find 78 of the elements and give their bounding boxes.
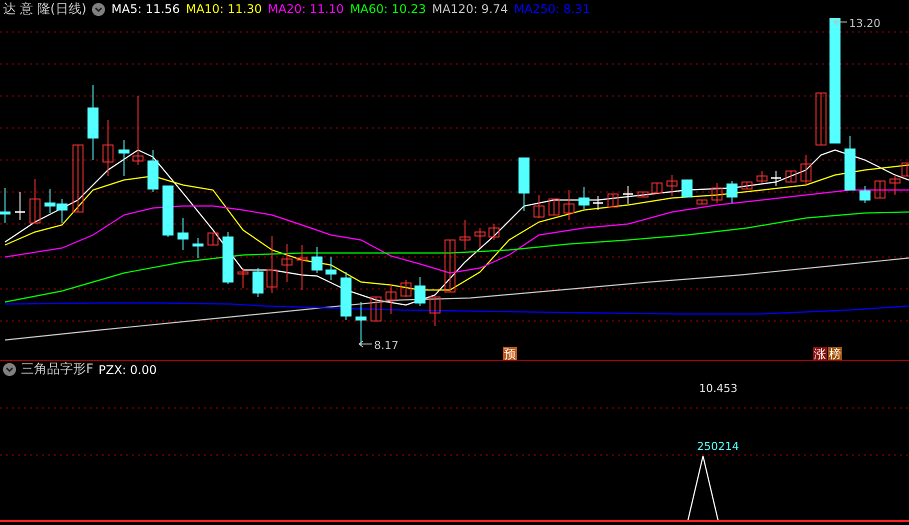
candlestick (460, 220, 470, 250)
chevron-down-icon[interactable] (3, 363, 16, 376)
candlestick (44, 188, 56, 214)
ma-value: MA10: 11.30 (186, 3, 262, 15)
ma-value: MA60: 10.23 (350, 3, 426, 15)
candlestick (564, 190, 574, 220)
candlestick (578, 186, 590, 210)
candlestick (712, 182, 722, 204)
candlestick (682, 180, 692, 198)
candlestick (252, 268, 264, 298)
candlestick (118, 140, 130, 176)
leader-arrow-icon (358, 340, 372, 348)
chevron-down-icon[interactable] (92, 2, 106, 16)
signal-spike (687, 455, 719, 520)
ma-value: MA5: 11.56 (111, 3, 180, 15)
candlestick (282, 244, 292, 282)
candlestick (652, 182, 662, 194)
candlestick (488, 224, 500, 240)
candlestick (608, 194, 618, 208)
peak-label: 250214 (697, 440, 739, 453)
ma-value: MA120: 9.74 (432, 3, 508, 15)
candlestick (548, 198, 560, 216)
candlestick (370, 296, 382, 322)
candlestick (742, 182, 752, 190)
price-label: 8.17 (374, 339, 398, 352)
candlestick (340, 272, 352, 320)
candlestick (386, 284, 396, 314)
price-label: 13.20 (849, 18, 880, 30)
candlestick (430, 296, 440, 326)
candlestick (771, 170, 781, 186)
candlestick (696, 200, 708, 204)
candlestick (72, 144, 84, 212)
candlestick (844, 136, 856, 190)
candlestick (238, 268, 248, 288)
candlestick (623, 186, 633, 204)
candlestick (356, 302, 366, 346)
candlestick (400, 280, 412, 298)
candlestick (192, 238, 204, 258)
candlestick (414, 276, 426, 306)
candlestick (0, 188, 10, 224)
candlestick (222, 232, 234, 284)
signal-tag: 涨 (813, 347, 827, 360)
ma-value: MA250: 8.31 (514, 3, 590, 15)
candlestick (726, 180, 738, 204)
candlestick (296, 244, 308, 290)
candlestick (56, 198, 68, 224)
candlestick (162, 186, 174, 238)
candlestick (593, 196, 603, 210)
candlestick (786, 170, 796, 182)
stock-title: 达 意 隆(日线) (3, 2, 86, 16)
candlestick (638, 192, 648, 198)
candlestick (15, 192, 25, 220)
candlestick (178, 218, 188, 250)
indicator-title: 三角品字形F (21, 363, 94, 376)
candlestick (800, 154, 812, 186)
ma-value: MA20: 11.10 (268, 3, 344, 15)
signal-tag: 预 (503, 347, 517, 360)
candlestick (132, 96, 144, 166)
candlestick (518, 158, 530, 212)
indicator-value: PZX: 0.00 (98, 364, 157, 376)
candlestick (208, 232, 218, 246)
candlestick (666, 174, 678, 196)
signal-tag: 榜 (828, 347, 842, 360)
candlestick (874, 180, 886, 198)
candlestick (534, 194, 544, 218)
candlestick (326, 256, 336, 280)
candlestick (30, 178, 40, 224)
candlestick (756, 170, 768, 184)
leader-arrow-icon (834, 18, 848, 26)
candlestick (860, 186, 870, 204)
axis-value: 10.453 (699, 382, 738, 395)
candlestick (102, 120, 114, 176)
candlestick (148, 150, 158, 192)
candlestick (474, 228, 486, 248)
candlestick (312, 246, 322, 274)
candlestick (444, 240, 456, 292)
candlestick (266, 236, 278, 294)
candlestick (816, 92, 826, 146)
